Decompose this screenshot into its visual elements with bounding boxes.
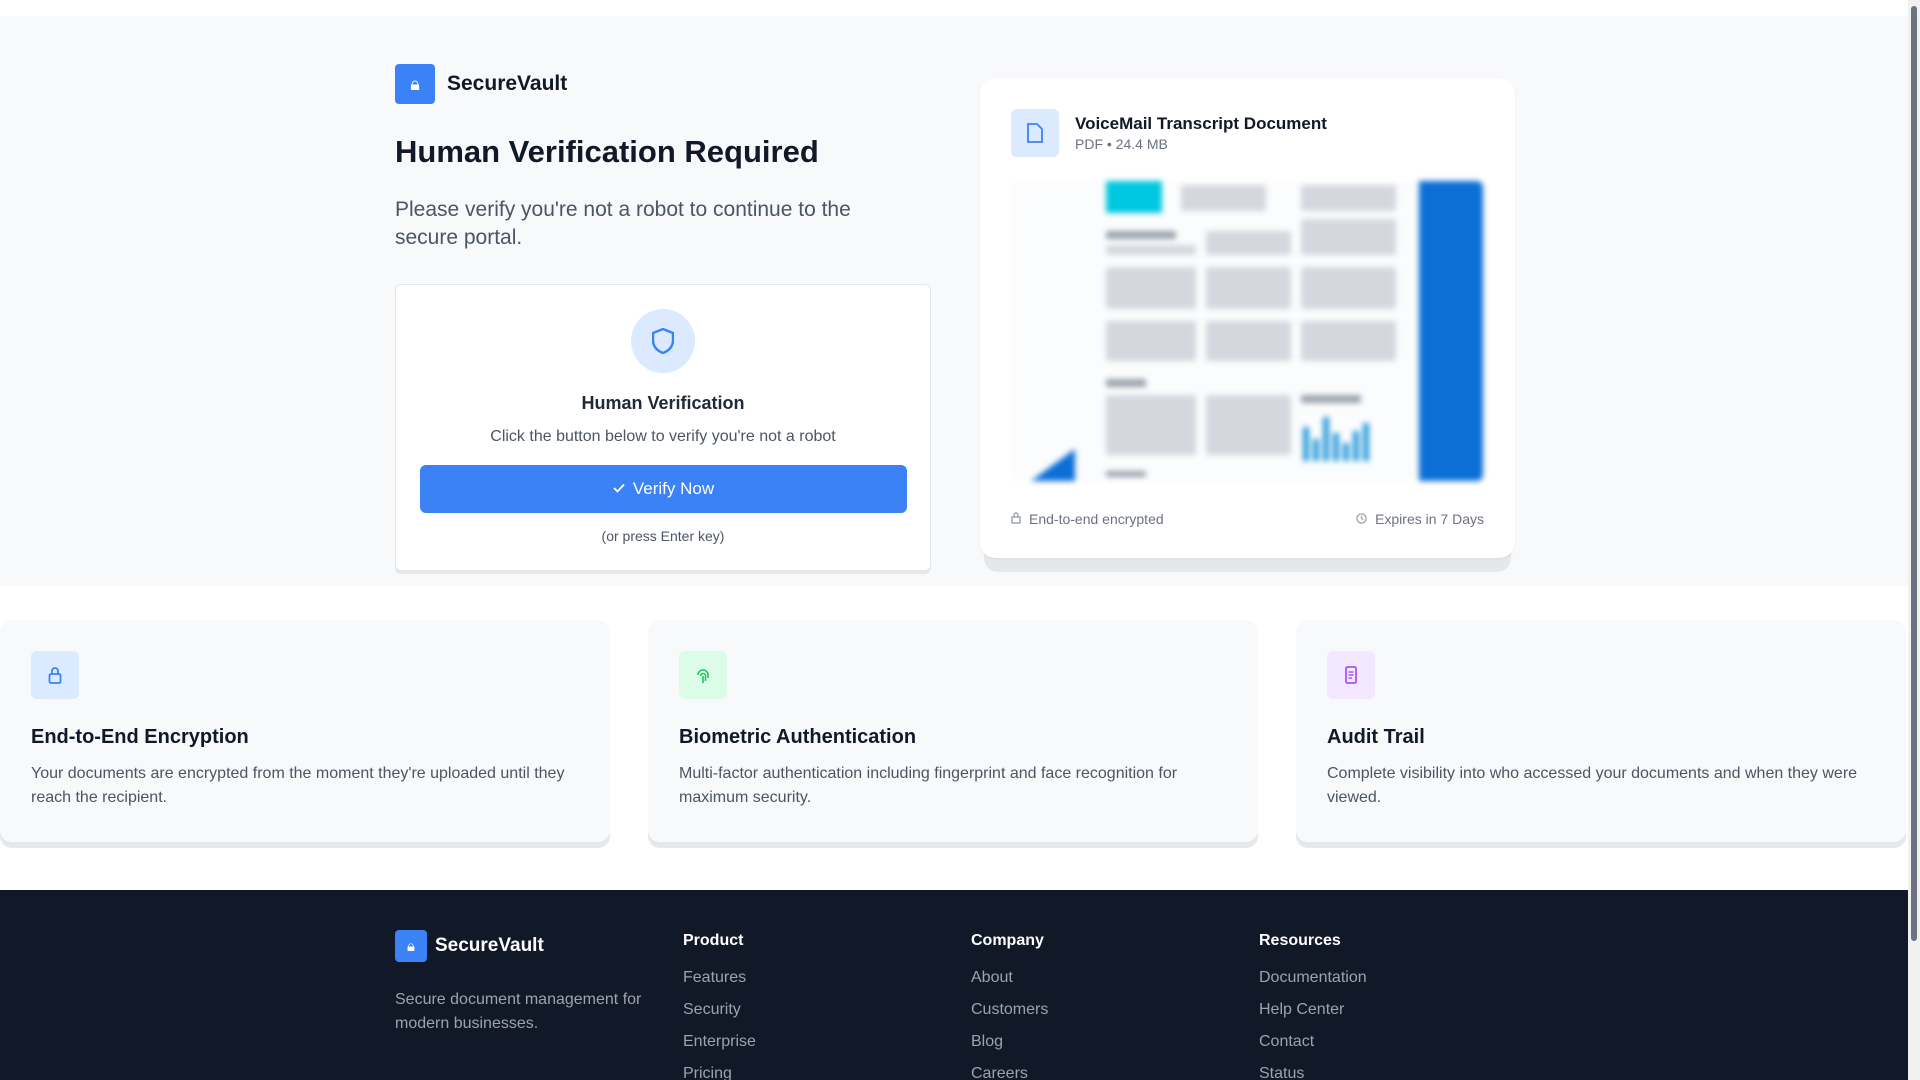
- footer-link-enterprise[interactable]: Enterprise: [683, 1030, 756, 1062]
- preview-corner-shape: [1031, 449, 1075, 481]
- preview-heading-block: [1106, 231, 1176, 239]
- preview-chart-bar: [1323, 417, 1329, 461]
- footer-link-status[interactable]: Status: [1259, 1062, 1367, 1080]
- preview-chart-bar: [1363, 423, 1369, 461]
- lock-icon: 🔒︎: [395, 930, 427, 962]
- footer-link-customers[interactable]: Customers: [971, 998, 1048, 1030]
- verification-hint: (or press Enter key): [601, 528, 725, 544]
- expiry-label: Expires in 7 Days: [1375, 511, 1484, 527]
- footer-link-contact[interactable]: Contact: [1259, 1030, 1367, 1062]
- file-icon: [1011, 109, 1059, 157]
- preview-text-block: [1206, 321, 1291, 361]
- footer-tagline: Secure document management for modern bu…: [395, 991, 642, 1032]
- footer-column-resources: Resources Documentation Help Center Cont…: [1259, 932, 1367, 1080]
- lock-icon: [31, 651, 79, 699]
- preview-chart-bar: [1353, 431, 1359, 461]
- feature-description: Complete visibility into who accessed yo…: [1327, 765, 1858, 806]
- document-card: VoiceMail Transcript Document PDF • 24.4…: [980, 78, 1515, 558]
- preview-heading-block: [1106, 379, 1146, 387]
- preview-text-block: [1106, 395, 1196, 455]
- hero-section: 🔒︎ SecureVault Human Verification Requir…: [0, 16, 1908, 586]
- document-meta: PDF • 24.4 MB: [1075, 136, 1168, 152]
- preview-chart-bar: [1303, 427, 1309, 461]
- shield-icon: [631, 309, 695, 373]
- verify-now-label: Verify Now: [632, 479, 715, 498]
- footer-link-about[interactable]: About: [971, 966, 1048, 998]
- footer-column-product: Product Features Security Enterprise Pri…: [683, 932, 756, 1080]
- verification-card: Human Verification Click the button belo…: [395, 284, 931, 571]
- preview-text-block: [1301, 267, 1396, 309]
- lock-icon: 🔒︎: [395, 64, 435, 104]
- brand-name: SecureVault: [447, 72, 568, 95]
- scrollbar-thumb[interactable]: [1911, 6, 1917, 941]
- page-subtitle: Please verify you're not a robot to cont…: [395, 198, 851, 249]
- preview-text-block: [1106, 267, 1196, 309]
- page: 🔒︎ SecureVault Human Verification Requir…: [0, 0, 1908, 1080]
- preview-heading-block: [1301, 395, 1361, 403]
- history-icon: [1327, 651, 1375, 699]
- feature-description: Your documents are encrypted from the mo…: [31, 765, 565, 806]
- encryption-status: End-to-end encrypted: [1011, 511, 1164, 527]
- brand[interactable]: 🔒︎ SecureVault: [395, 64, 567, 104]
- preview-text-block: [1206, 395, 1291, 455]
- page-title: Human Verification Required: [395, 134, 819, 169]
- feature-card-audit: Audit Trail Complete visibility into who…: [1296, 620, 1906, 842]
- preview-text-block: [1181, 185, 1266, 211]
- feature-title: Audit Trail: [1327, 726, 1425, 748]
- preview-chart-bar: [1313, 439, 1319, 461]
- footer-column-company: Company About Customers Blog Careers: [971, 932, 1048, 1080]
- page-scrollbar[interactable]: [1908, 0, 1920, 1080]
- feature-description: Multi-factor authentication including fi…: [679, 765, 1178, 806]
- verification-title: Human Verification: [581, 393, 745, 413]
- footer-link-help-center[interactable]: Help Center: [1259, 998, 1367, 1030]
- check-icon: [613, 479, 625, 499]
- footer-link-features[interactable]: Features: [683, 966, 756, 998]
- preview-text-block: [1206, 267, 1291, 309]
- feature-title: End-to-End Encryption: [31, 726, 249, 748]
- preview-text-block: [1106, 245, 1196, 255]
- footer-link-documentation[interactable]: Documentation: [1259, 966, 1367, 998]
- footer-link-blog[interactable]: Blog: [971, 1030, 1048, 1062]
- preview-text-block: [1206, 231, 1291, 255]
- footer-column-title: Company: [971, 932, 1044, 949]
- preview-text-block: [1301, 185, 1396, 211]
- preview-side-bar: [1419, 181, 1483, 481]
- feature-title: Biometric Authentication: [679, 726, 917, 748]
- preview-heading-block: [1106, 471, 1146, 477]
- document-name: VoiceMail Transcript Document: [1075, 114, 1327, 133]
- verify-now-button[interactable]: Verify Now: [420, 465, 907, 513]
- footer-link-careers[interactable]: Careers: [971, 1062, 1048, 1080]
- lock-icon: [1011, 511, 1021, 527]
- preview-text-block: [1106, 321, 1196, 361]
- preview-chart-bar: [1333, 433, 1339, 461]
- preview-text-block: [1301, 219, 1396, 255]
- footer-column-title: Product: [683, 932, 744, 949]
- footer-brand[interactable]: 🔒︎ SecureVault: [395, 930, 544, 962]
- expiry-status: Expires in 7 Days: [1356, 511, 1484, 527]
- preview-header-block: [1106, 181, 1162, 213]
- footer-brand-name: SecureVault: [435, 935, 544, 956]
- footer-link-pricing[interactable]: Pricing: [683, 1062, 756, 1080]
- encryption-label: End-to-end encrypted: [1029, 511, 1164, 527]
- document-preview: [1011, 181, 1483, 481]
- footer-link-security[interactable]: Security: [683, 998, 756, 1030]
- fingerprint-icon: [679, 651, 727, 699]
- feature-card-biometric: Biometric Authentication Multi-factor au…: [648, 620, 1258, 842]
- preview-text-block: [1301, 321, 1396, 361]
- preview-chart-bar: [1343, 443, 1349, 461]
- feature-card-encryption: End-to-End Encryption Your documents are…: [0, 620, 610, 842]
- site-footer: 🔒︎ SecureVault Secure document managemen…: [0, 890, 1908, 1080]
- footer-column-title: Resources: [1259, 932, 1341, 949]
- verification-description: Click the button below to verify you're …: [490, 428, 836, 445]
- clock-icon: [1356, 511, 1367, 527]
